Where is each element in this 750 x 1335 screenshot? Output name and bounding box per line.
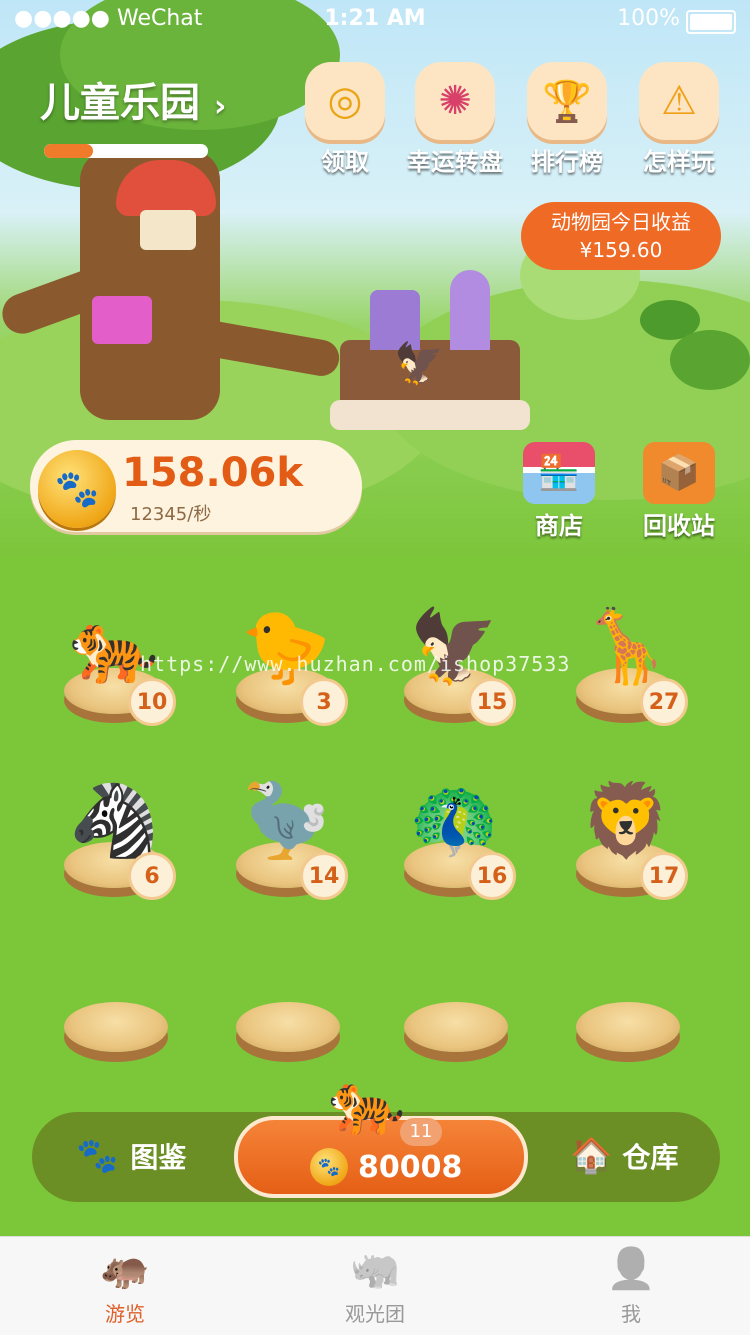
zoo-earnings-amount: ¥159.60 (579, 238, 663, 262)
zoo-earnings-badge[interactable]: 动物园今日收益 ¥159.60 (521, 202, 721, 270)
park-title[interactable]: 儿童乐园 › (40, 70, 226, 128)
warehouse-label: 仓库 (622, 1141, 679, 1174)
level-badge: 3 (300, 678, 348, 726)
how-to-play-button[interactable]: ⚠ 怎样玩 (634, 62, 724, 177)
level-badge: 27 (640, 678, 688, 726)
tab-tour-label: 游览 (105, 1302, 145, 1326)
level-badge: 14 (300, 852, 348, 900)
animal-slot-tiger[interactable]: 🐅 10 (56, 576, 186, 726)
rhino-icon: 🦏 (350, 1246, 400, 1292)
buy-price-value: 80008 (358, 1149, 463, 1185)
tab-sightseeing[interactable]: 🦏 观光团 (300, 1244, 450, 1327)
shop-label: 商店 (535, 512, 583, 540)
park-title-text: 儿童乐园 (40, 80, 200, 126)
recycle-label: 回收站 (643, 512, 715, 540)
tab-sightseeing-label: 观光团 (345, 1302, 405, 1326)
user-avatar-icon: 👤 (606, 1246, 656, 1292)
watermark-text: https://www.huzhan.com/ishop37533 (140, 652, 571, 676)
empty-slot[interactable] (64, 1002, 168, 1052)
hippo-icon: 🦛 (100, 1246, 150, 1292)
recycle-button[interactable]: 📦 回收站 (634, 442, 724, 541)
animal-slot-eagle[interactable]: 🦅 15 (396, 576, 526, 726)
trophy-icon: 🏆 (527, 62, 607, 140)
coin-amount: 158.06k (122, 450, 303, 496)
battery-percent: 100% (617, 6, 680, 31)
tab-me[interactable]: 👤 我 (556, 1244, 706, 1327)
status-bar: ●●●●● WeChat 1:21 AM 100% (0, 0, 750, 40)
animal-slot-zebra[interactable]: 🦓 6 (56, 750, 186, 900)
empty-slot[interactable] (576, 1002, 680, 1052)
level-badge: 17 (640, 852, 688, 900)
ostrich-icon: 🦤 (241, 778, 331, 862)
buy-count-badge: 11 (400, 1118, 442, 1146)
animal-slot-ostrich[interactable]: 🦤 14 (228, 750, 358, 900)
level-badge: 16 (468, 852, 516, 900)
animal-slot-peacock[interactable]: 🦚 16 (396, 750, 526, 900)
empty-slot[interactable] (404, 1002, 508, 1052)
empty-slot[interactable] (236, 1002, 340, 1052)
how-to-play-label: 怎样玩 (643, 148, 715, 176)
animal-slot-giraffe[interactable]: 🦒 27 (568, 576, 698, 726)
zebra-icon: 🦓 (69, 778, 159, 862)
buy-price: 🐾 80008 (310, 1148, 462, 1186)
leaderboard-label: 排行榜 (531, 148, 603, 176)
lucky-wheel-label: 幸运转盘 (407, 148, 503, 176)
park-progress-bar (44, 144, 208, 158)
shop-icon: 🏪 (523, 442, 595, 504)
pokedex-label: 图鉴 (130, 1141, 187, 1174)
park-progress-fill (44, 144, 94, 158)
coin-rate: 12345/秒 (130, 504, 212, 525)
level-badge: 6 (128, 852, 176, 900)
animal-slot-lion[interactable]: 🦁 17 (568, 750, 698, 900)
paw-book-icon: 🐾 (76, 1136, 119, 1176)
battery-icon (686, 10, 736, 34)
chevron-right-icon: › (213, 89, 227, 124)
peacock-icon: 🦚 (409, 778, 499, 862)
shop-button[interactable]: 🏪 商店 (514, 442, 604, 541)
lucky-wheel-icon: ✺ (415, 62, 495, 140)
lucky-wheel-button[interactable]: ✺ 幸运转盘 (407, 62, 503, 177)
pokedex-button[interactable]: 🐾 图鉴 (76, 1136, 186, 1176)
level-badge: 10 (128, 678, 176, 726)
warehouse-icon: 🏠 (570, 1136, 613, 1176)
warehouse-button[interactable]: 🏠 仓库 (570, 1136, 678, 1176)
leaderboard-button[interactable]: 🏆 排行榜 (522, 62, 612, 177)
paw-coin-icon: 🐾 (38, 450, 116, 528)
zoo-earnings-label: 动物园今日收益 (551, 210, 691, 234)
claim-label: 领取 (321, 148, 369, 176)
tab-tour[interactable]: 🦛 游览 (50, 1244, 200, 1327)
animal-slot-chick[interactable]: 🐤 3 (228, 576, 358, 726)
help-warning-icon: ⚠ (639, 62, 719, 140)
level-badge: 15 (468, 678, 516, 726)
tiger-icon: 🐅 (328, 1066, 406, 1139)
tab-me-label: 我 (621, 1302, 641, 1326)
recycle-box-icon: 📦 (643, 442, 715, 504)
coins-icon: ◎ (305, 62, 385, 140)
claim-button[interactable]: ◎ 领取 (300, 62, 390, 177)
paw-coin-icon: 🐾 (310, 1148, 348, 1186)
lion-icon: 🦁 (581, 778, 671, 862)
castle-building: 🦅 (330, 270, 530, 440)
giraffe-icon: 🦒 (581, 604, 671, 688)
